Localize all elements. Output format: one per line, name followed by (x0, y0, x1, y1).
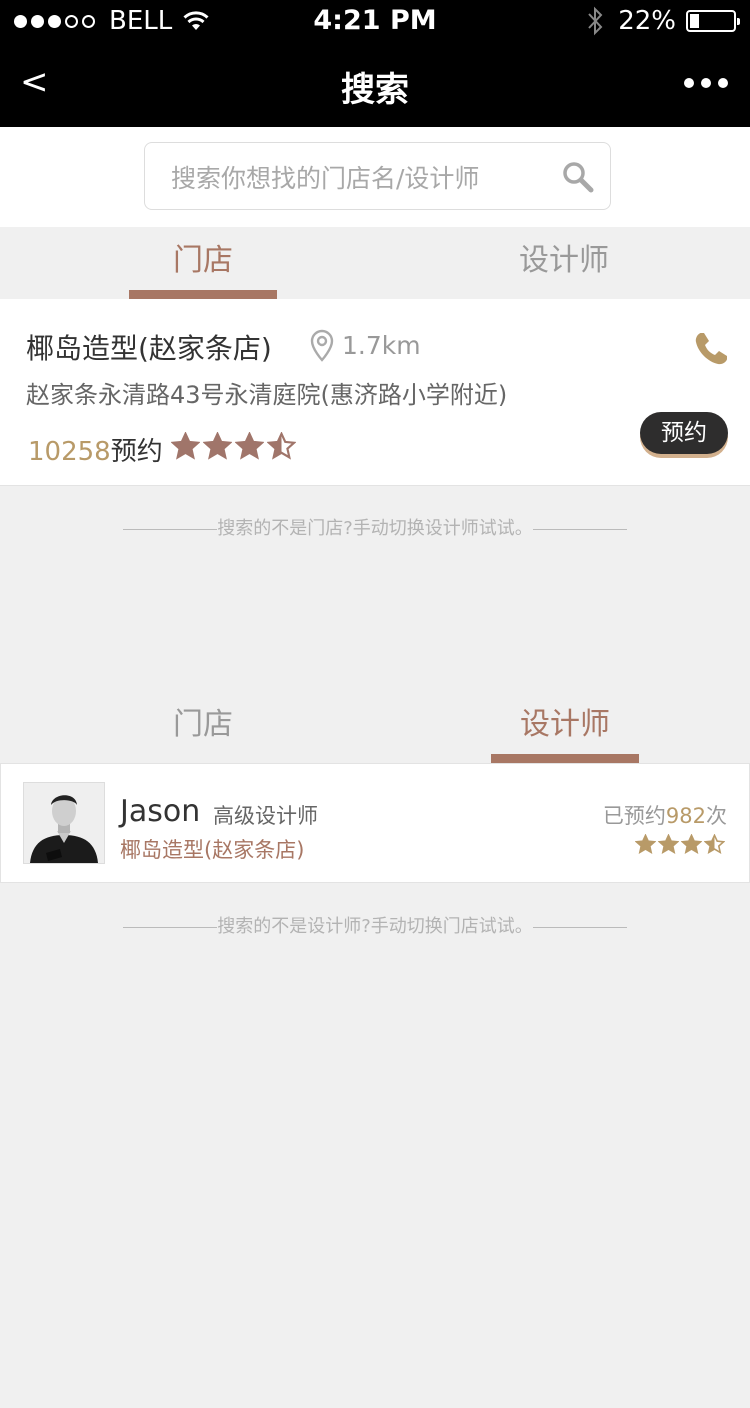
tabs-top: 门店 设计师 (0, 227, 750, 299)
star-full-icon (203, 432, 232, 460)
phone-icon[interactable] (692, 330, 730, 368)
tab-store[interactable]: 门店 (129, 227, 277, 299)
location-pin-icon (310, 329, 334, 362)
nav-bar: < 搜索 (0, 44, 750, 127)
search-area: 搜索你想找的门店名/设计师 (0, 127, 750, 227)
hint-text: 搜索的不是设计师?手动切换门店试试。 (217, 916, 533, 937)
star-full-icon (635, 834, 656, 854)
search-placeholder: 搜索你想找的门店名/设计师 (171, 164, 480, 193)
hint-divider (123, 926, 218, 928)
designer-booked-count: 已预约982次 (603, 800, 727, 830)
tab-store[interactable]: 门店 (129, 691, 277, 763)
store-result-card[interactable]: 椰岛造型(赵家条店) 1.7km 赵家条永清路43号永清庭院(惠济路小学附近) … (0, 299, 750, 486)
hint-divider (532, 528, 627, 530)
switch-hint-designer: 搜索的不是设计师?手动切换门店试试。 (0, 912, 750, 938)
search-input[interactable]: 搜索你想找的门店名/设计师 (144, 142, 611, 210)
booking-count-number: 10258 (28, 437, 111, 467)
tab-designer[interactable]: 设计师 (490, 227, 638, 299)
more-dot-icon (701, 78, 711, 88)
store-rating (171, 432, 299, 461)
status-bar: BELL 4:21 PM 22% (0, 0, 750, 44)
more-dot-icon (718, 78, 728, 88)
star-full-icon (681, 834, 702, 854)
booked-prefix: 已预约 (602, 804, 666, 828)
search-icon[interactable] (562, 161, 594, 193)
designer-store[interactable]: 椰岛造型(赵家条店) (120, 834, 304, 864)
booked-suffix: 次 (706, 804, 727, 828)
store-distance: 1.7km (342, 331, 421, 360)
designer-title: 高级设计师 (213, 804, 318, 828)
star-half-icon (704, 834, 725, 854)
reserve-button[interactable]: 预约 (640, 412, 728, 454)
status-right: 22% (586, 6, 740, 36)
store-booking-count: 10258预约 (28, 431, 163, 468)
designer-photo (24, 783, 104, 863)
battery-icon (686, 10, 740, 32)
avatar (23, 782, 105, 864)
more-dot-icon (684, 78, 694, 88)
hint-divider (532, 926, 627, 928)
back-button[interactable]: < (20, 62, 49, 102)
star-full-icon (235, 432, 264, 460)
more-button[interactable] (677, 78, 728, 88)
star-half-icon (267, 432, 296, 460)
booking-count-suffix: 预约 (110, 437, 163, 467)
designer-result-card[interactable]: Jason 高级设计师 椰岛造型(赵家条店) 已预约982次 (0, 763, 750, 883)
hint-text: 搜索的不是门店?手动切换设计师试试。 (217, 518, 533, 539)
designer-name: Jason (120, 794, 201, 829)
designer-rating (635, 834, 727, 855)
star-full-icon (171, 432, 200, 460)
tabs-bottom: 门店 设计师 (0, 691, 750, 763)
tab-designer[interactable]: 设计师 (491, 691, 639, 763)
battery-percent: 22% (618, 6, 676, 36)
store-address: 赵家条永清路43号永清庭院(惠济路小学附近) (26, 381, 508, 409)
store-name: 椰岛造型(赵家条店) (26, 332, 272, 365)
booked-number: 982 (665, 804, 706, 828)
switch-hint-store: 搜索的不是门店?手动切换设计师试试。 (0, 514, 750, 540)
hint-divider (123, 528, 218, 530)
page-title: 搜索 (341, 70, 409, 110)
bluetooth-icon (588, 6, 603, 36)
star-full-icon (658, 834, 679, 854)
